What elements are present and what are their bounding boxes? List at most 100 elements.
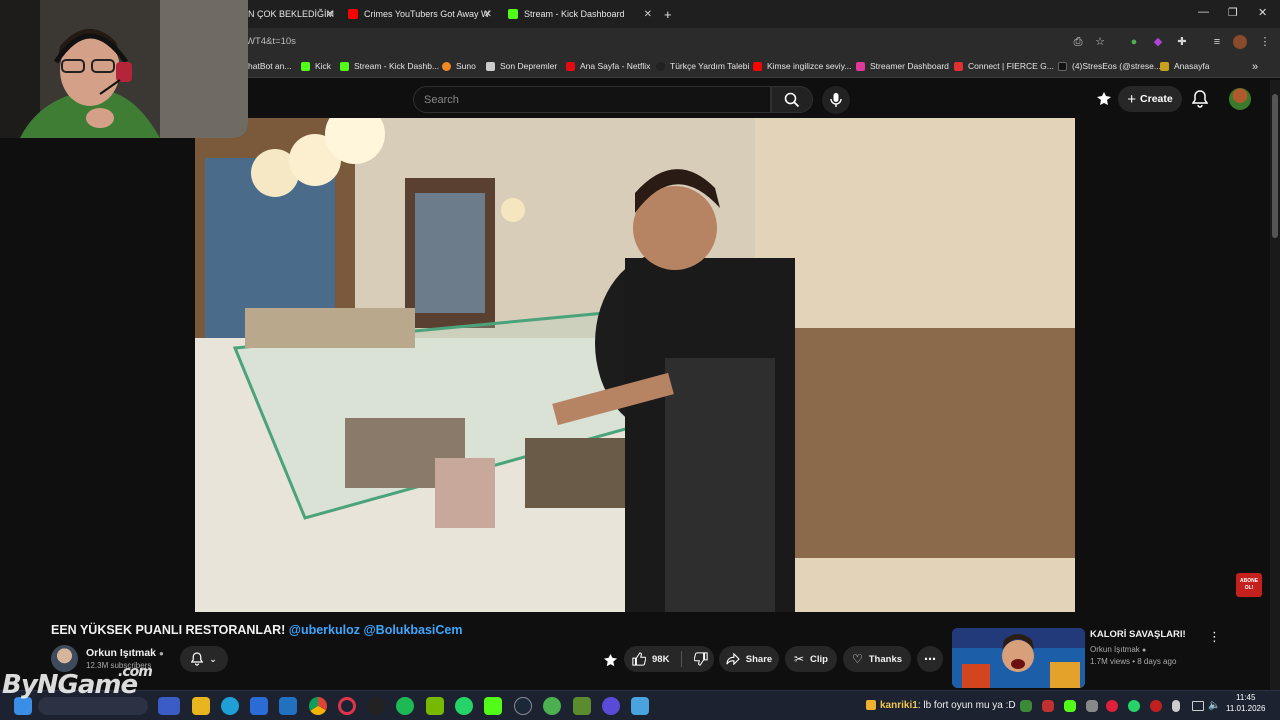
search-button[interactable]	[771, 86, 813, 113]
mic-tray-icon[interactable]	[1172, 700, 1180, 712]
close-icon[interactable]: ✕	[326, 9, 334, 20]
minimize-icon[interactable]: —	[1198, 6, 1209, 18]
tab-search-icon[interactable]: ≡	[1210, 35, 1224, 49]
minecraft-icon[interactable]	[573, 697, 591, 715]
tray-icon[interactable]	[1106, 700, 1118, 712]
tray-icon[interactable]	[1064, 700, 1076, 712]
premium-icon[interactable]	[1096, 91, 1112, 107]
bookmark-item[interactable]: Connect | FIERCE G...	[954, 61, 1054, 71]
close-icon[interactable]: ✕	[484, 9, 492, 20]
recommended-title[interactable]: KALORİ SAVAŞLARI!	[1090, 629, 1186, 640]
channel-avatar[interactable]	[51, 645, 78, 672]
tab-2-label: Crimes YouTubers Got Away W	[364, 9, 490, 19]
video-player[interactable]	[195, 118, 1075, 612]
search-input[interactable]	[424, 91, 754, 109]
kick-app-icon[interactable]	[484, 697, 502, 715]
bookmark-item[interactable]: Anasayfa	[1160, 61, 1209, 71]
volume-icon[interactable]: 🔈	[1208, 700, 1220, 712]
app-icon[interactable]	[367, 697, 385, 715]
app-icon[interactable]	[631, 697, 649, 715]
tray-icon[interactable]	[1020, 700, 1032, 712]
bookmark-item[interactable]: Ana Sayfa - Netflix	[566, 61, 650, 71]
steam-icon[interactable]	[514, 697, 532, 715]
extension-icon[interactable]: ◆	[1151, 35, 1165, 49]
channel-name[interactable]: Orkun Işıtmak ●	[86, 647, 164, 659]
user-avatar[interactable]	[1229, 88, 1251, 110]
puzzle-icon[interactable]: ✚	[1175, 35, 1189, 49]
more-options-icon[interactable]: ⋮	[1208, 629, 1221, 645]
share-button[interactable]: Share	[719, 646, 779, 672]
app-icon[interactable]	[602, 697, 620, 715]
bookmark-item[interactable]: Streamer Dashboard	[856, 61, 949, 71]
premium-icon[interactable]	[603, 653, 619, 669]
file-explorer-icon[interactable]	[192, 697, 210, 715]
bookmark-item[interactable]: Stream - Kick Dashb...	[340, 61, 439, 71]
mention-link[interactable]: @BolukbasiCem	[363, 623, 462, 637]
app-icon[interactable]	[279, 697, 297, 715]
chrome-icon[interactable]	[309, 697, 327, 715]
app-icon[interactable]	[543, 697, 561, 715]
bookmark-item[interactable]: Kimse ingilizce seviy...	[753, 61, 851, 71]
voice-search-button[interactable]	[822, 86, 850, 114]
nvidia-icon[interactable]	[426, 697, 444, 715]
tray-icon[interactable]	[1150, 700, 1162, 712]
more-bookmarks-icon[interactable]: »	[1252, 61, 1258, 73]
verified-icon: ●	[158, 649, 164, 658]
edge-icon[interactable]	[221, 697, 239, 715]
subscribed-bell-button[interactable]: ⌄	[180, 646, 228, 672]
clip-button[interactable]: ✂ Clip	[785, 646, 837, 672]
thanks-button[interactable]: ♡ Thanks	[843, 646, 911, 672]
tab-3-label: Stream - Kick Dashboard	[524, 9, 625, 19]
kick-icon	[301, 61, 310, 71]
new-tab-button[interactable]: +	[664, 4, 678, 24]
bookmark-item[interactable]: Türkçe Yardım Talebi	[656, 61, 749, 71]
thumbs-up-icon	[632, 652, 646, 666]
bookmark-item[interactable]: Kick	[301, 61, 331, 71]
tab-1[interactable]: N ÇOK BEKLEDİĞİM ✕	[248, 4, 334, 24]
network-icon[interactable]	[1192, 701, 1204, 711]
tab-2[interactable]: Crimes YouTubers Got Away W ✕	[348, 4, 492, 24]
profile-avatar[interactable]	[1233, 35, 1247, 49]
store-icon[interactable]	[250, 697, 268, 715]
youtube-icon	[753, 61, 762, 71]
bookmark-item[interactable]: (4)StresEos (@strese...	[1058, 61, 1161, 71]
youtube-taskbar-icon[interactable]	[158, 697, 180, 715]
menu-icon[interactable]: ⋮	[1258, 35, 1272, 49]
tab-3[interactable]: Stream - Kick Dashboard ✕	[508, 4, 652, 24]
chat-overlay-message: kanriki1: lb fort oyun mu ya :D	[866, 700, 1016, 711]
recommended-channel[interactable]: Orkun Işıtmak ●	[1090, 645, 1146, 654]
streamer-cam	[0, 0, 248, 138]
restore-icon[interactable]: ❐	[1228, 6, 1238, 19]
star-icon[interactable]: ☆	[1093, 35, 1107, 49]
close-icon[interactable]: ✕	[644, 9, 652, 20]
like-button[interactable]: 98K	[632, 652, 669, 666]
bell-icon	[191, 652, 204, 666]
url-field[interactable]: WT4&t=10s	[246, 36, 296, 47]
tray-icon[interactable]	[1042, 700, 1054, 712]
notifications-icon[interactable]	[1191, 90, 1210, 108]
install-icon[interactable]: ⎙	[1071, 35, 1085, 49]
bookmark-item[interactable]: Suno	[442, 61, 476, 71]
whatsapp-icon[interactable]	[455, 697, 473, 715]
mention-link[interactable]: @uberkuloz	[289, 623, 360, 637]
tray-icon[interactable]	[1086, 700, 1098, 712]
bookmark-item[interactable]: hatBot an...	[248, 61, 291, 71]
recommended-thumbnail[interactable]	[952, 628, 1085, 688]
chat-badge-icon	[866, 700, 876, 711]
close-window-icon[interactable]: ✕	[1258, 6, 1267, 19]
scrollbar-thumb[interactable]	[1272, 94, 1278, 238]
system-clock[interactable]: 11:45 11.01.2026	[1226, 692, 1265, 714]
page-scrollbar[interactable]	[1270, 80, 1280, 690]
more-actions-button[interactable]: ⋯	[917, 646, 943, 672]
subscribe-overlay[interactable]: ABONE OL!	[1236, 573, 1262, 597]
extension-icon[interactable]: ●	[1127, 35, 1141, 49]
tray-icon[interactable]	[1128, 700, 1140, 712]
spotify-icon[interactable]	[396, 697, 414, 715]
opera-icon[interactable]	[338, 697, 356, 715]
video-frame	[195, 118, 1075, 612]
recommended-meta: 1.7M views • 8 days ago	[1090, 657, 1177, 666]
thumbs-down-icon[interactable]	[694, 652, 709, 666]
bookmark-item[interactable]: Son Depremler	[486, 61, 557, 71]
tiktok-icon	[1058, 61, 1067, 71]
create-button[interactable]: + Create	[1118, 86, 1182, 112]
